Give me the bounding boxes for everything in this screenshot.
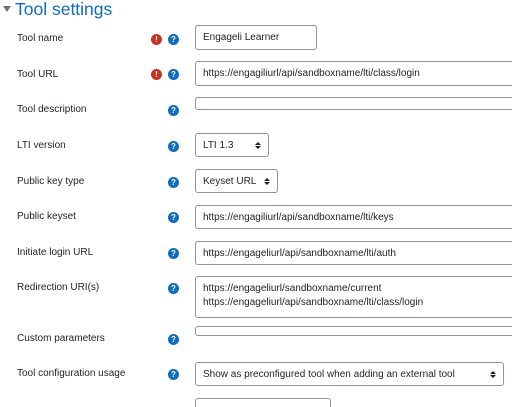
tool-url-input[interactable]: https://engagiliurl/api/sandboxname/lti/… <box>195 61 512 86</box>
form-row-tool-configuration-usage: Tool configuration usage ? Show as preco… <box>0 362 512 386</box>
question-circle-icon[interactable]: ? <box>168 105 179 116</box>
form-row-redirection-uris: Redirection URI(s) ? https://engageliurl… <box>0 276 512 318</box>
question-circle-icon[interactable]: ? <box>168 34 179 45</box>
question-circle-icon[interactable]: ? <box>168 212 179 223</box>
form-row-custom-parameters: Custom parameters ? <box>0 326 512 350</box>
tool-configuration-usage-select[interactable]: Show as preconfigured tool when adding a… <box>195 362 504 386</box>
public-key-type-value: Keyset URL <box>203 175 257 187</box>
redirection-uris-label: Redirection URI(s) <box>17 282 100 293</box>
form-row-cut-off <box>0 398 512 407</box>
caret-down-icon[interactable] <box>3 6 11 12</box>
tool-configuration-usage-value: Show as preconfigured tool when adding a… <box>203 368 455 380</box>
redirection-uri-line: https://engageliurl/sandboxname/current <box>203 283 382 294</box>
form-row-tool-description: Tool description ? <box>0 97 512 117</box>
public-keyset-label: Public keyset <box>17 211 76 222</box>
initiate-login-url-label: Initiate login URL <box>17 247 94 258</box>
lti-version-label: LTI version <box>17 140 66 151</box>
public-keyset-input[interactable]: https://engagiliurl/api/sandboxname/lti/… <box>195 205 512 229</box>
cut-off-select[interactable] <box>195 398 331 407</box>
select-arrows-icon <box>255 141 261 149</box>
public-key-type-select[interactable]: Keyset URL <box>195 169 278 193</box>
redirection-uri-line: https://engageliurl/api/sandboxname/lti/… <box>203 297 424 308</box>
tool-name-input[interactable]: Engageli Learner <box>195 25 317 50</box>
tool-description-textarea[interactable] <box>195 97 512 110</box>
exclamation-circle-icon: ! <box>151 69 162 80</box>
form-row-public-keyset: Public keyset ? https://engagiliurl/api/… <box>0 205 512 229</box>
redirection-uris-textarea[interactable]: https://engageliurl/sandboxname/current … <box>195 276 512 318</box>
question-circle-icon[interactable]: ? <box>168 141 179 152</box>
custom-parameters-textarea[interactable] <box>195 326 512 336</box>
select-arrows-icon <box>490 370 496 378</box>
question-circle-icon[interactable]: ? <box>168 334 179 345</box>
question-circle-icon[interactable]: ? <box>168 177 179 188</box>
tool-description-label: Tool description <box>17 104 87 115</box>
form-row-lti-version: LTI version ? LTI 1.3 <box>0 133 512 157</box>
custom-parameters-label: Custom parameters <box>17 333 105 344</box>
lti-version-select[interactable]: LTI 1.3 <box>195 133 269 157</box>
form-row-tool-url: Tool URL ! ? https://engagiliurl/api/san… <box>0 61 512 87</box>
section-title[interactable]: Tool settings <box>15 0 112 20</box>
form-row-public-key-type: Public key type ? Keyset URL <box>0 169 512 193</box>
exclamation-circle-icon: ! <box>151 34 162 45</box>
lti-version-value: LTI 1.3 <box>203 139 234 151</box>
question-circle-icon[interactable]: ? <box>168 248 179 259</box>
question-circle-icon[interactable]: ? <box>168 369 179 380</box>
select-arrows-icon <box>264 177 271 185</box>
initiate-login-url-input[interactable]: https://engageliurl/api/sandboxname/lti/… <box>195 241 512 265</box>
question-circle-icon[interactable]: ? <box>168 69 179 80</box>
form-row-tool-name: Tool name ! ? Engageli Learner <box>0 25 512 51</box>
question-circle-icon[interactable]: ? <box>168 283 179 294</box>
tool-configuration-usage-label: Tool configuration usage <box>17 368 126 379</box>
tool-url-label: Tool URL <box>17 69 59 80</box>
tool-settings-page: Tool settings Tool name ! ? Engageli Lea… <box>0 0 512 407</box>
public-key-type-label: Public key type <box>17 176 85 187</box>
tool-name-label: Tool name <box>17 33 64 44</box>
form-row-initiate-login-url: Initiate login URL ? https://engageliurl… <box>0 241 512 265</box>
